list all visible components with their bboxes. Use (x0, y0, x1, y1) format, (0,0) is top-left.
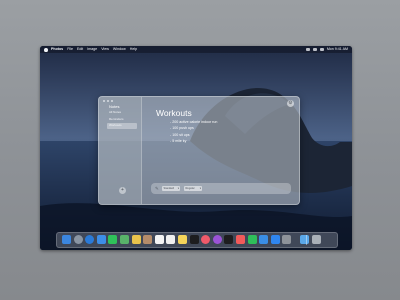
gear-icon[interactable]: ⚙ (287, 100, 294, 107)
trash-icon[interactable] (311, 235, 321, 244)
menu-view[interactable]: View (101, 46, 109, 53)
appstore-icon[interactable] (270, 235, 280, 244)
keynote-icon[interactable] (259, 235, 269, 244)
finder-icon[interactable] (62, 235, 71, 244)
wifi-icon[interactable] (305, 48, 310, 51)
notes-sidebar: Notes All Notes Reminders Workouts + (99, 97, 142, 204)
close-icon[interactable] (103, 100, 106, 103)
laptop-screen: Photos File Edit Image View Window Help … (40, 46, 352, 250)
note-title: Workouts (156, 108, 192, 118)
pen-icon[interactable]: ✎ (155, 186, 159, 192)
launchpad-icon[interactable] (73, 235, 83, 244)
menu-help[interactable]: Help (130, 46, 137, 53)
menu-clock[interactable]: Mon 9:41 AM (327, 46, 348, 53)
formatting-bar: ✎ Standard ▾ Regular ▾ (151, 183, 291, 194)
reminders-icon[interactable] (166, 235, 176, 244)
menu-bar: Photos File Edit Image View Window Help … (40, 46, 352, 53)
menu-window[interactable]: Window (113, 46, 126, 53)
dock-separator (306, 235, 307, 245)
note-list: 200 active calorie indoor run 100 push u… (170, 119, 217, 144)
sidebar-item-reminders[interactable]: Reminders (107, 117, 137, 123)
maps-icon[interactable] (120, 235, 129, 244)
notes-window: Notes All Notes Reminders Workouts + ⚙ W… (98, 96, 300, 205)
menu-image[interactable]: Image (87, 46, 97, 53)
podcasts-icon[interactable] (212, 235, 222, 244)
battery-icon[interactable] (312, 48, 317, 51)
sidebar-item-workouts[interactable]: Workouts (107, 123, 137, 129)
chevron-down-icon: ▾ (177, 187, 179, 190)
dock (56, 232, 338, 248)
style-dropdown-value: Standard (163, 187, 175, 190)
sidebar-title: Notes (109, 104, 120, 109)
menu-file[interactable]: File (67, 46, 73, 53)
settings-icon[interactable] (282, 235, 292, 244)
note-list-item: 5 mile ky (170, 138, 217, 144)
apple-menu-icon[interactable] (44, 47, 48, 52)
notes-icon[interactable] (178, 235, 187, 244)
control-center-icon[interactable] (319, 48, 324, 51)
sidebar-item-all-notes[interactable]: All Notes (107, 110, 137, 116)
style-dropdown[interactable]: Standard ▾ (162, 186, 180, 191)
appletv-icon[interactable] (224, 235, 234, 244)
safari-icon[interactable] (85, 235, 95, 244)
minimize-icon[interactable] (106, 100, 110, 103)
news-icon[interactable] (236, 235, 245, 244)
contacts-icon[interactable] (143, 235, 153, 244)
plus-icon[interactable]: + (119, 187, 126, 194)
chevron-down-icon: ▾ (199, 187, 201, 190)
weight-dropdown[interactable]: Regular ▾ (184, 186, 202, 191)
tv-icon[interactable] (189, 235, 199, 244)
zoom-icon[interactable] (110, 100, 114, 103)
numbers-icon[interactable] (247, 235, 257, 244)
window-controls (103, 100, 114, 103)
menu-edit[interactable]: Edit (77, 46, 83, 53)
menu-app-name[interactable]: Photos (51, 46, 63, 53)
mail-icon[interactable] (96, 235, 106, 244)
note-content[interactable]: ⚙ Workouts 200 active calorie indoor run… (141, 97, 299, 204)
weight-dropdown-value: Regular (185, 187, 195, 190)
folder-icon[interactable] (300, 235, 309, 244)
messages-icon[interactable] (108, 235, 118, 244)
photos-icon[interactable] (131, 235, 141, 244)
calendar-icon[interactable] (154, 235, 164, 244)
music-icon[interactable] (201, 235, 211, 244)
